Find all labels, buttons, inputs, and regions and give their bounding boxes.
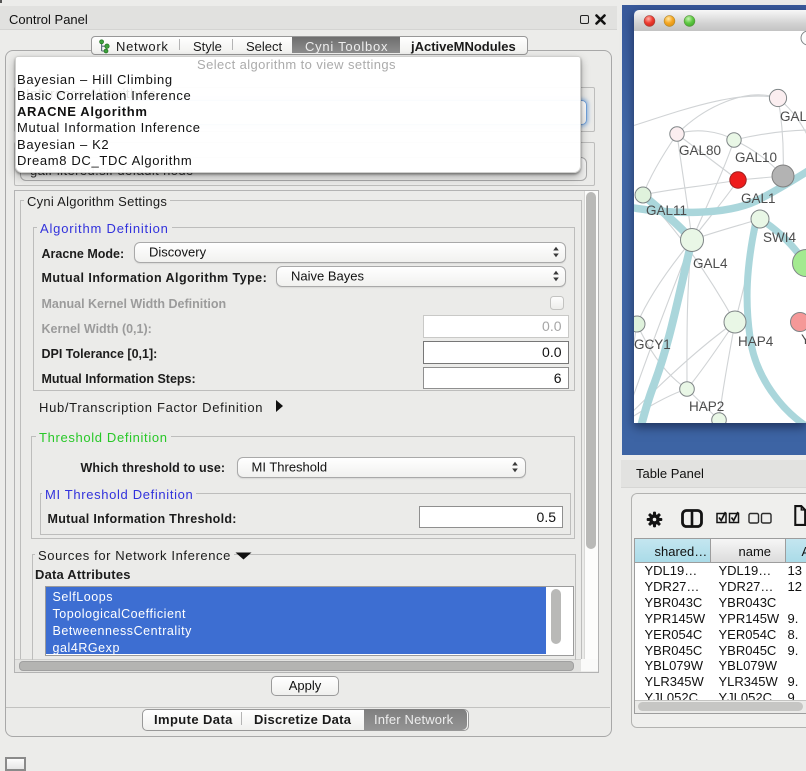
- svg-text:GAL2: GAL2: [780, 109, 806, 124]
- svg-text:HAP4: HAP4: [738, 334, 774, 349]
- svg-text:GAL80: GAL80: [679, 143, 721, 158]
- svg-text:Y: Y: [801, 332, 806, 347]
- svg-text:GAL10: GAL10: [735, 150, 777, 165]
- svg-text:GAL11: GAL11: [646, 203, 687, 218]
- svg-text:GAL1: GAL1: [741, 191, 776, 206]
- svg-text:GCY1: GCY1: [634, 337, 671, 352]
- svg-text:HAP2: HAP2: [689, 399, 724, 414]
- svg-text:SWI4: SWI4: [763, 230, 796, 245]
- svg-text:GAL4: GAL4: [693, 256, 728, 271]
